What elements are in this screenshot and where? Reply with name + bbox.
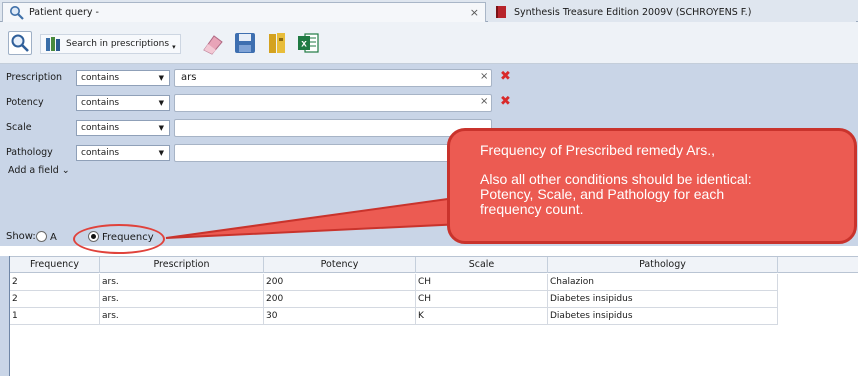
cell-prescription: ars. [100,274,264,290]
field-label: Scale [6,122,32,133]
excel-export-button[interactable]: x [296,31,320,55]
binder-icon [269,33,285,53]
cell-pathology: Diabetes insipidus [548,291,778,307]
clear-value-icon[interactable]: × [480,71,488,82]
callout-line: frequency count. [480,201,584,217]
annotation-callout: Frequency of Prescribed remedy Ars., Als… [447,128,857,244]
cell-frequency: 1 [10,308,100,324]
cell-prescription: ars. [100,308,264,324]
table-row[interactable]: 1 ars. 30 K Diabetes insipidus [10,308,778,325]
dropdown-arrow-icon: ▼ [158,99,164,107]
operator-select[interactable]: contains ▼ [76,145,170,161]
book-icon [496,6,506,18]
dropdown-arrow-icon: ▼ [158,74,164,82]
search-icon [10,5,24,20]
callout-line: Also all other conditions should be iden… [480,171,752,187]
field-label: Prescription [6,72,63,83]
remove-field-icon[interactable]: ✖ [500,69,511,84]
tab-patient-query[interactable]: Patient query - × [2,2,486,22]
close-tab-icon[interactable]: × [470,6,479,19]
radio-all-label: A [50,232,57,243]
cell-scale: CH [416,291,548,307]
excel-icon-letter: x [301,39,307,50]
table-header: Frequency Prescription Potency Scale Pat… [10,256,858,273]
dropdown-arrow-icon: ▼ [158,124,164,132]
operator-value: contains [81,148,120,158]
column-header-prescription[interactable]: Prescription [100,257,264,273]
operator-select[interactable]: contains ▼ [76,120,170,136]
callout-line: Potency, Scale, and Pathology for each [480,186,725,202]
cell-potency: 200 [264,274,416,290]
eraser-button[interactable] [200,30,226,56]
operator-value: contains [81,98,120,108]
value-input[interactable]: ars [174,69,492,87]
tab-patient-query-label: Patient query - [29,7,99,18]
radio-all[interactable]: A [36,229,57,243]
column-header-frequency[interactable]: Frequency [10,257,100,273]
toolbar: Search in prescriptions ▾ x [0,22,858,64]
cell-pathology: Diabetes insipidus [548,308,778,324]
chevron-down-icon: ⌄ [61,165,70,176]
cell-potency: 30 [264,308,416,324]
add-field-label: Add a field [8,165,59,176]
eraser-icon [203,35,223,55]
dropdown-arrow-icon: ▼ [158,149,164,157]
callout-line: Frequency of Prescribed remedy Ars., [480,142,715,158]
query-search-button[interactable] [8,31,32,55]
operator-select[interactable]: contains ▼ [76,95,170,111]
tab-synthesis[interactable]: Synthesis Treasure Edition 2009V (SCHROY… [488,2,856,22]
query-row-potency: Potency contains ▼ × ✖ [0,93,858,113]
remove-field-icon[interactable]: ✖ [500,94,511,109]
operator-value: contains [81,73,120,83]
magnifier-icon [11,34,29,52]
save-button[interactable] [232,30,258,56]
cell-prescription: ars. [100,291,264,307]
operator-value: contains [81,123,120,133]
cell-frequency: 2 [10,291,100,307]
cell-pathology: Chalazion [548,274,778,290]
cell-scale: K [416,308,548,324]
books-icon [46,37,60,51]
show-label: Show: [6,231,36,242]
value-input[interactable] [174,94,492,112]
table-row[interactable]: 2 ars. 200 CH Diabetes insipidus [10,291,778,308]
export-button[interactable] [266,30,290,56]
highlight-ellipse [73,224,165,254]
field-label: Potency [6,97,44,108]
table-row[interactable]: 2 ars. 200 CH Chalazion [10,274,778,291]
radio-all-circle [36,231,47,242]
query-row-prescription: Prescription contains ▼ ars × ✖ [0,68,858,88]
search-in-prescriptions-button[interactable]: Search in prescriptions ▾ [40,34,181,54]
field-label: Pathology [6,147,53,158]
column-header-pathology[interactable]: Pathology [548,257,778,273]
save-icon [235,33,255,53]
grid-margin [0,256,10,376]
operator-select[interactable]: contains ▼ [76,70,170,86]
tab-synthesis-label: Synthesis Treasure Edition 2009V (SCHROY… [514,6,752,18]
cell-potency: 200 [264,291,416,307]
cell-scale: CH [416,274,548,290]
clear-value-icon[interactable]: × [480,96,488,107]
chevron-down-icon: ▾ [172,43,176,51]
excel-icon: x [298,33,319,53]
add-field-button[interactable]: Add a field ⌄ [8,165,70,176]
column-header-scale[interactable]: Scale [416,257,548,273]
value-input[interactable] [174,119,492,137]
results-table: Frequency Prescription Potency Scale Pat… [10,256,858,376]
column-header-potency[interactable]: Potency [264,257,416,273]
search-in-prescriptions-label: Search in prescriptions [66,39,170,49]
value-input[interactable] [174,144,492,162]
cell-frequency: 2 [10,274,100,290]
tab-strip: Patient query - × Synthesis Treasure Edi… [0,0,858,22]
